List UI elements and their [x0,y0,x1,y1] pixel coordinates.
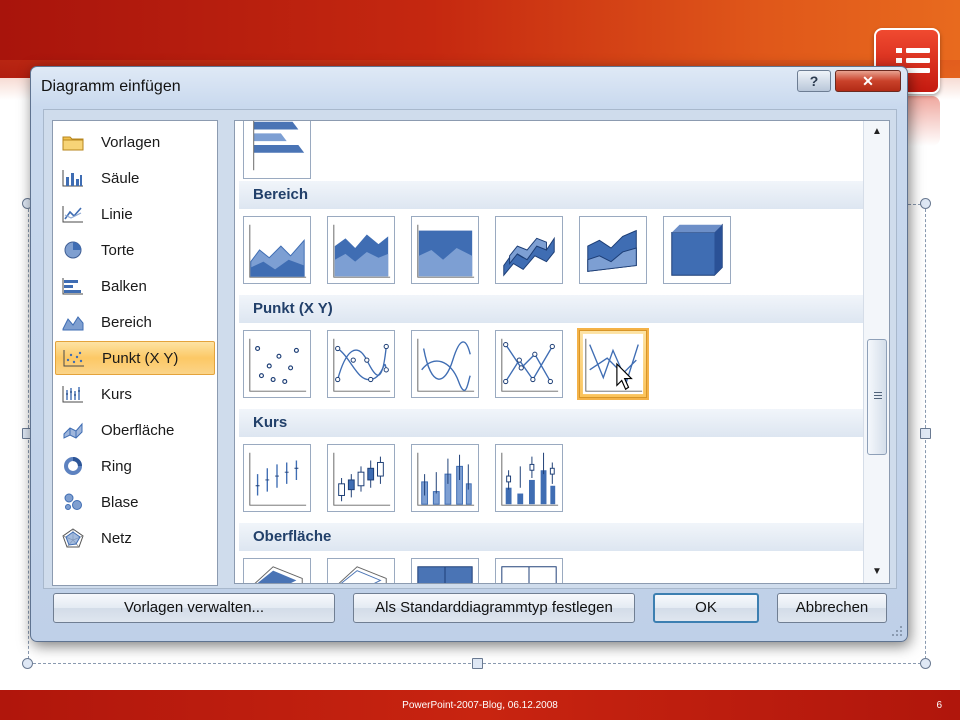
page-number: 6 [936,700,942,711]
chart-thumb-punkt-gerade-linien-markierungen[interactable] [495,330,563,398]
scroll-up-arrow-icon[interactable]: ▲ [864,121,889,143]
section-oberflaeche-header: Oberfläche [239,523,863,551]
surface-chart-icon [61,420,85,440]
chart-category-list: Vorlagen Säule Linie Torte Balken Bereic… [52,120,218,586]
chart-thumb-oberflaeche-3[interactable] [411,558,479,583]
category-oberflaeche[interactable]: Oberfläche [55,413,215,447]
section-bereich-header: Bereich [239,181,863,209]
scroll-thumb[interactable] [867,339,887,455]
chart-thumb-bereich-3[interactable] [411,216,479,284]
insert-chart-dialog: Diagramm einfügen ? ✕ Vorlagen Säule Lin… [30,66,908,642]
category-saeule[interactable]: Säule [55,161,215,195]
category-label: Netz [101,529,132,547]
chart-thumb-bereich-3d-3[interactable] [663,216,731,284]
resize-handle[interactable] [920,658,931,669]
chart-subtype-gallery: Bereich Punkt (X Y) Kurs Oberfläche ▲ ▼ [234,120,890,584]
chart-thumb-oberflaeche-1[interactable] [243,558,311,583]
category-label: Punkt (X Y) [102,349,179,367]
help-button[interactable]: ? [797,70,831,92]
resize-handle[interactable] [22,658,33,669]
gallery-scrollbar[interactable]: ▲ ▼ [863,121,889,583]
chart-thumb-oberflaeche-2[interactable] [327,558,395,583]
category-label: Vorlagen [101,133,161,151]
column-chart-icon [61,168,85,188]
scatter-chart-icon [62,348,86,368]
category-label: Balken [101,277,147,295]
category-linie[interactable]: Linie [55,197,215,231]
dialog-content: Vorlagen Säule Linie Torte Balken Bereic… [43,109,897,589]
radar-chart-icon [61,528,85,548]
ok-button[interactable]: OK [653,593,759,623]
manage-templates-button[interactable]: Vorlagen verwalten... [53,593,335,623]
category-punkt[interactable]: Punkt (X Y) [55,341,215,375]
chart-thumb-punkt-gerade-linien[interactable] [579,330,647,398]
category-vorlagen[interactable]: Vorlagen [55,125,215,159]
chart-thumb-kurs-4[interactable] [495,444,563,512]
chart-thumb-balken-3d[interactable] [243,121,311,179]
resize-handle[interactable] [472,658,483,669]
category-netz[interactable]: Netz [55,521,215,555]
chart-thumb-punkt-glatte-linien[interactable] [411,330,479,398]
category-label: Blase [101,493,139,511]
chart-thumb-kurs-3[interactable] [411,444,479,512]
bar-chart-icon [61,276,85,296]
pie-chart-icon [61,240,85,260]
category-balken[interactable]: Balken [55,269,215,303]
category-label: Torte [101,241,135,259]
chart-thumb-kurs-1[interactable] [243,444,311,512]
chart-thumb-bereich-3d-1[interactable] [495,216,563,284]
footer-text: PowerPoint-2007-Blog, 06.12.2008 [402,700,558,711]
section-punkt-header: Punkt (X Y) [239,295,863,323]
slide-footer: PowerPoint-2007-Blog, 06.12.2008 6 [0,690,960,720]
chart-thumb-kurs-2[interactable] [327,444,395,512]
bubble-chart-icon [61,492,85,512]
category-kurs[interactable]: Kurs [55,377,215,411]
category-ring[interactable]: Ring [55,449,215,483]
category-label: Säule [101,169,140,187]
close-button[interactable]: ✕ [835,70,901,92]
cancel-button[interactable]: Abbrechen [777,593,887,623]
chart-thumb-bereich-1[interactable] [243,216,311,284]
resize-handle[interactable] [920,198,931,209]
chart-thumb-oberflaeche-4[interactable] [495,558,563,583]
folder-icon [61,132,85,152]
resize-grip-icon[interactable] [891,625,903,637]
set-default-chart-button[interactable]: Als Standarddiagrammtyp festlegen [353,593,635,623]
scroll-down-arrow-icon[interactable]: ▼ [864,561,889,583]
line-chart-icon [61,204,85,224]
category-label: Linie [101,205,133,223]
dialog-title: Diagramm einfügen [41,78,181,95]
chart-thumb-bereich-3d-2[interactable] [579,216,647,284]
area-chart-icon [61,312,85,332]
category-torte[interactable]: Torte [55,233,215,267]
resize-handle[interactable] [920,428,931,439]
section-kurs-header: Kurs [239,409,863,437]
category-label: Kurs [101,385,132,403]
stock-chart-icon [61,384,85,404]
category-blase[interactable]: Blase [55,485,215,519]
category-label: Ring [101,457,132,475]
chart-thumb-punkt-glatte-linien-markierungen[interactable] [327,330,395,398]
chart-thumb-bereich-2[interactable] [327,216,395,284]
category-bereich[interactable]: Bereich [55,305,215,339]
chart-thumb-punkt-nur-markierungen[interactable] [243,330,311,398]
doughnut-chart-icon [61,456,85,476]
category-label: Bereich [101,313,152,331]
category-label: Oberfläche [101,421,175,439]
